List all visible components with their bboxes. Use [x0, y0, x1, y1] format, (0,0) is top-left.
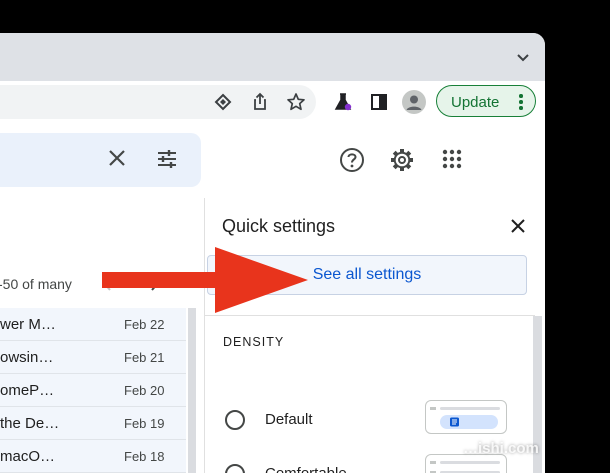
mail-subject: owsin…	[0, 349, 54, 366]
red-annotation-arrow	[102, 247, 308, 313]
update-label: Update	[451, 94, 500, 111]
mail-subject: wer M…	[0, 316, 56, 333]
mail-subject: the De…	[0, 415, 60, 432]
watermark: …ishi.com	[463, 440, 539, 457]
mail-date: Feb 20	[124, 383, 165, 398]
share-icon[interactable]	[250, 92, 270, 112]
apps-grid-icon[interactable]	[441, 148, 463, 170]
address-bar[interactable]	[0, 85, 316, 119]
labs-flask-icon[interactable]	[333, 92, 353, 112]
comfortable-preview-icon	[430, 461, 500, 473]
density-comfortable-radio[interactable]	[225, 464, 245, 473]
mail-list-scrollbar[interactable]	[188, 308, 196, 473]
tab-strip	[0, 33, 545, 81]
close-icon[interactable]	[106, 147, 128, 169]
mail-date: Feb 22	[124, 317, 165, 332]
quick-settings-panel: Quick settings See all settings DENSITY …	[204, 198, 545, 473]
mail-date: Feb 21	[124, 350, 165, 365]
pagination-range: -50 of many	[0, 276, 72, 292]
quick-settings-title: Quick settings	[222, 216, 336, 236]
mail-date: Feb 18	[124, 449, 165, 464]
mail-list-area: -50 of many wer M… Feb 22 owsin… Feb 21 …	[0, 198, 200, 473]
density-default-preview[interactable]	[425, 400, 507, 434]
gmail-header	[0, 123, 545, 198]
mail-row[interactable]: the De… Feb 19	[0, 407, 186, 440]
update-button[interactable]: Update	[436, 85, 536, 117]
browser-toolbar: Update	[0, 81, 545, 123]
divider	[205, 315, 535, 316]
density-default-radio[interactable]	[225, 410, 245, 430]
more-vert-icon[interactable]	[519, 94, 523, 112]
mail-row[interactable]: macO… Feb 18	[0, 440, 186, 473]
install-app-icon[interactable]	[213, 92, 233, 112]
mail-search-bar[interactable]	[0, 133, 201, 187]
mail-rows: wer M… Feb 22 owsin… Feb 21 omeP… Feb 20…	[0, 308, 186, 473]
density-default-label[interactable]: Default	[265, 411, 313, 428]
close-icon[interactable]	[510, 218, 526, 234]
mail-row[interactable]: owsin… Feb 21	[0, 341, 186, 374]
default-preview-icon	[430, 407, 500, 429]
tab-search-chevron-icon[interactable]	[515, 49, 531, 65]
mail-row[interactable]: omeP… Feb 20	[0, 374, 186, 407]
settings-gear-icon[interactable]	[389, 147, 415, 173]
profile-avatar-icon[interactable]	[402, 90, 426, 114]
bookmark-star-icon[interactable]	[286, 92, 306, 112]
mail-date: Feb 19	[124, 416, 165, 431]
mail-subject: macO…	[0, 448, 56, 465]
search-options-icon[interactable]	[155, 147, 179, 171]
help-icon[interactable]	[339, 147, 365, 173]
density-comfortable-label[interactable]: Comfortable	[265, 465, 347, 473]
side-panel-icon[interactable]	[369, 92, 389, 112]
mail-subject: omeP…	[0, 382, 55, 399]
density-heading: DENSITY	[223, 335, 285, 349]
